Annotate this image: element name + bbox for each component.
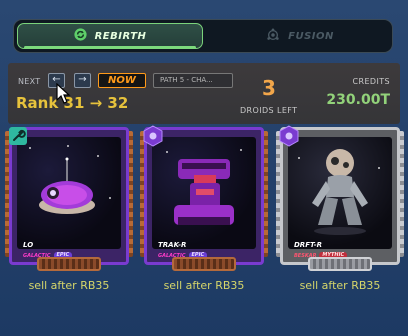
- droid-art-drft-r: [288, 137, 392, 249]
- tab-rebirth[interactable]: REBIRTH: [17, 23, 203, 49]
- credits-label: CREDITS: [352, 77, 390, 86]
- sell-note: sell after RB35: [299, 279, 381, 292]
- hexagon-icon: [143, 125, 163, 147]
- arrow-right-icon: →: [78, 74, 87, 85]
- droid-name: DRFT-R: [294, 241, 323, 249]
- tab-fusion[interactable]: FUSION: [210, 23, 390, 49]
- mouse-cursor-icon: [56, 83, 71, 104]
- droid-count: 3: [262, 76, 276, 100]
- sell-note: sell after RB35: [28, 279, 110, 292]
- wrench-icon: [9, 127, 27, 145]
- refresh-icon: [73, 28, 87, 44]
- droid-art-lo: [17, 137, 121, 249]
- droids-left-label: DROIDS LEFT: [240, 106, 298, 115]
- tab-bar: REBIRTH FUSION: [13, 19, 393, 53]
- card-badge: [7, 125, 29, 147]
- rank-progress: Rank 31 → 32: [16, 94, 129, 112]
- droid-card-trak-r[interactable]: TRAK-R GALACTIC EPIC: [140, 125, 268, 275]
- next-label: NEXT: [18, 77, 41, 86]
- droid-card-drft-r[interactable]: DRFT-R BESKAR MYTHIC: [276, 125, 404, 275]
- now-button[interactable]: NOW: [98, 73, 146, 88]
- next-rank-button[interactable]: →: [74, 73, 91, 88]
- hexagon-icon: [279, 125, 299, 147]
- tab-fusion-label: FUSION: [288, 30, 334, 42]
- card-badge: [278, 125, 300, 147]
- tab-rebirth-label: REBIRTH: [94, 30, 147, 42]
- droid-name: TRAK-R: [158, 241, 187, 249]
- sell-note: sell after RB35: [163, 279, 245, 292]
- card-base: [308, 257, 372, 271]
- droid-name: LO: [23, 241, 34, 249]
- path-dropdown[interactable]: PATH 5 - CHA...: [153, 73, 233, 88]
- credits-value: 230.00T: [326, 92, 390, 108]
- droid-art-trak-r: [152, 137, 256, 249]
- card-badge: [142, 125, 164, 147]
- card-base: [37, 257, 101, 271]
- card-base: [172, 257, 236, 271]
- droid-card-lo[interactable]: LO GALACTIC EPIC: [5, 125, 133, 275]
- fusion-icon: [266, 27, 280, 45]
